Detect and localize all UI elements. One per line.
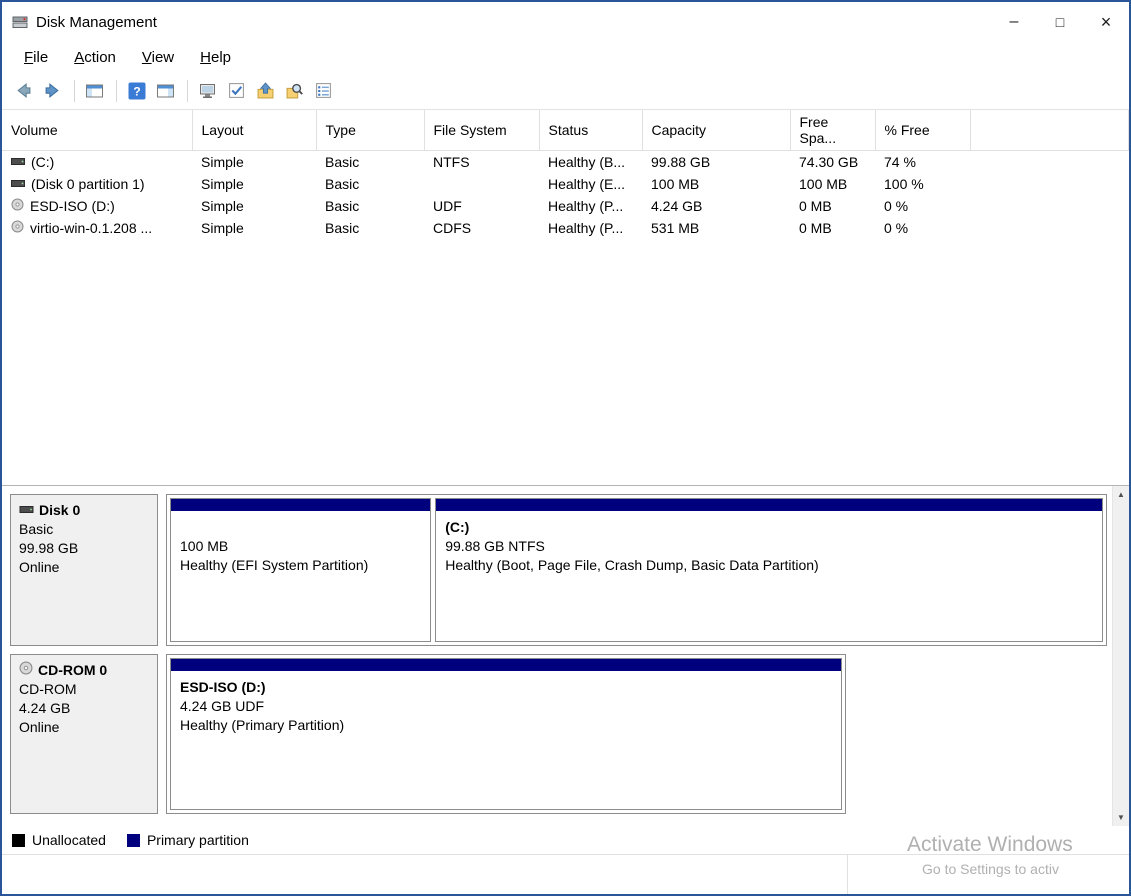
cd-rom-icon <box>19 661 33 680</box>
hard-disk-icon <box>19 501 34 520</box>
disk-size: 4.24 GB <box>19 699 149 718</box>
disk-management-app-icon <box>12 14 28 30</box>
disk-type: Basic <box>19 520 149 539</box>
column-header-blank <box>970 110 1129 151</box>
column-header-pct-free[interactable]: % Free <box>875 110 970 151</box>
toolbar: ? <box>2 72 1129 110</box>
partition-efi[interactable]: 100 MB Healthy (EFI System Partition) <box>170 498 431 642</box>
table-row[interactable]: (C:) Simple Basic NTFS Healthy (B... 99.… <box>2 151 1129 173</box>
column-header-status[interactable]: Status <box>539 110 642 151</box>
column-header-volume[interactable]: Volume <box>2 110 192 151</box>
toolbar-separator <box>116 80 117 102</box>
partition-esd-iso[interactable]: ESD-ISO (D:) 4.24 GB UDF Healthy (Primar… <box>170 658 842 810</box>
partition-status: Healthy (EFI System Partition) <box>180 556 421 575</box>
maximize-button[interactable]: □ <box>1037 2 1083 42</box>
toolbar-separator <box>74 80 75 102</box>
help-icon[interactable]: ? <box>123 77 150 104</box>
disk-status: Online <box>19 718 149 737</box>
details-list-icon[interactable] <box>310 77 337 104</box>
primary-partition-strip <box>171 499 430 511</box>
hard-disk-icon <box>11 154 25 170</box>
checklist-icon[interactable] <box>223 77 250 104</box>
hard-disk-icon <box>11 176 25 192</box>
cd-rom-0-label[interactable]: CD-ROM 0 CD-ROM 4.24 GB Online <box>10 654 158 814</box>
monitor-icon[interactable] <box>194 77 221 104</box>
volume-table: Volume Layout Type File System Status Ca… <box>2 110 1129 239</box>
column-header-layout[interactable]: Layout <box>192 110 316 151</box>
disk-0-label[interactable]: Disk 0 Basic 99.98 GB Online <box>10 494 158 646</box>
svg-text:?: ? <box>133 84 140 98</box>
disk-status: Online <box>19 558 149 577</box>
statusbar <box>2 854 1129 894</box>
partition-size: 4.24 GB UDF <box>180 697 832 716</box>
partition-size: 100 MB <box>180 537 421 556</box>
search-folder-icon[interactable] <box>281 77 308 104</box>
show-action-pane-icon[interactable] <box>152 77 179 104</box>
menu-file[interactable]: File <box>14 45 58 70</box>
menu-view[interactable]: View <box>132 45 184 70</box>
table-row[interactable]: (Disk 0 partition 1) Simple Basic Health… <box>2 173 1129 195</box>
scroll-down-icon[interactable]: ▼ <box>1113 809 1129 826</box>
table-row[interactable]: ESD-ISO (D:) Simple Basic UDF Healthy (P… <box>2 195 1129 217</box>
window-title: Disk Management <box>36 14 157 31</box>
disk-0-row: Disk 0 Basic 99.98 GB Online 100 MB Heal… <box>10 494 1129 646</box>
cd-rom-0-partitions: ESD-ISO (D:) 4.24 GB UDF Healthy (Primar… <box>166 654 846 814</box>
graphical-view-pane: Disk 0 Basic 99.98 GB Online 100 MB Heal… <box>2 486 1129 826</box>
volume-list-pane: Volume Layout Type File System Status Ca… <box>2 110 1129 486</box>
partition-status: Healthy (Primary Partition) <box>180 716 832 735</box>
cd-rom-0-row: CD-ROM 0 CD-ROM 4.24 GB Online ESD-ISO (… <box>10 654 1129 814</box>
partition-status: Healthy (Boot, Page File, Crash Dump, Ba… <box>445 556 1093 575</box>
folder-up-arrow-icon[interactable] <box>252 77 279 104</box>
menubar: File Action View Help <box>2 42 1129 72</box>
unallocated-color-swatch <box>12 834 25 847</box>
legend-bar: Unallocated Primary partition <box>2 826 1129 854</box>
minimize-button[interactable]: – <box>991 2 1037 42</box>
column-header-free-space[interactable]: Free Spa... <box>790 110 875 151</box>
cd-rom-icon <box>11 198 24 214</box>
menu-help[interactable]: Help <box>190 45 241 70</box>
show-console-tree-icon[interactable] <box>81 77 108 104</box>
statusbar-divider <box>847 855 848 894</box>
menu-action[interactable]: Action <box>64 45 126 70</box>
legend-unallocated-label: Unallocated <box>32 832 106 848</box>
vertical-scrollbar[interactable]: ▲ ▼ <box>1112 486 1129 826</box>
scroll-up-icon[interactable]: ▲ <box>1113 486 1129 503</box>
back-icon[interactable] <box>10 77 37 104</box>
column-header-file-system[interactable]: File System <box>424 110 539 151</box>
partition-size: 99.88 GB NTFS <box>445 537 1093 556</box>
close-button[interactable]: × <box>1083 2 1129 42</box>
primary-partition-strip <box>171 659 841 671</box>
disk-type: CD-ROM <box>19 680 149 699</box>
titlebar[interactable]: Disk Management – □ × <box>2 2 1129 42</box>
column-header-type[interactable]: Type <box>316 110 424 151</box>
column-header-capacity[interactable]: Capacity <box>642 110 790 151</box>
disk-management-window: Disk Management – □ × File Action View H… <box>0 0 1131 896</box>
primary-partition-strip <box>436 499 1102 511</box>
forward-icon[interactable] <box>39 77 66 104</box>
disk-0-partitions: 100 MB Healthy (EFI System Partition) (C… <box>166 494 1107 646</box>
cd-rom-icon <box>11 220 24 236</box>
primary-partition-color-swatch <box>127 834 140 847</box>
table-header-row: Volume Layout Type File System Status Ca… <box>2 110 1129 151</box>
legend-primary-partition-label: Primary partition <box>147 832 249 848</box>
partition-c-drive[interactable]: (C:) 99.88 GB NTFS Healthy (Boot, Page F… <box>435 498 1103 642</box>
table-row[interactable]: virtio-win-0.1.208 ... Simple Basic CDFS… <box>2 217 1129 239</box>
disk-size: 99.98 GB <box>19 539 149 558</box>
toolbar-separator <box>187 80 188 102</box>
